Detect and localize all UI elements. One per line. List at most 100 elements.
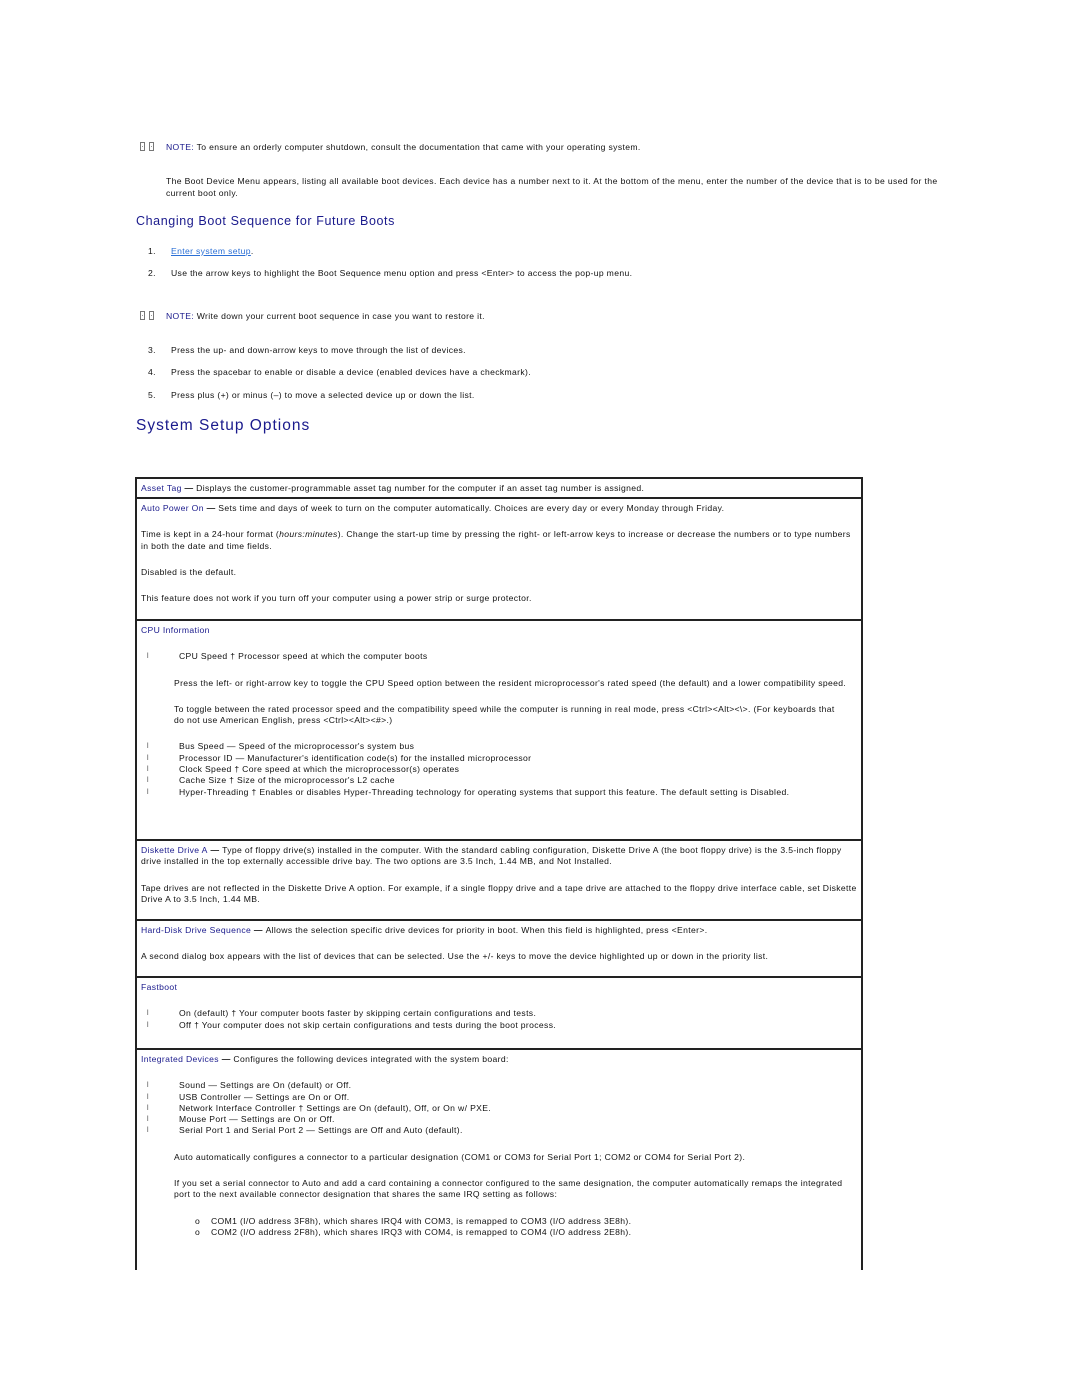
step-number: 3.	[148, 345, 156, 355]
step-5: 5. Press plus (+) or minus (–) to move a…	[148, 390, 475, 400]
auto-paragraph: Auto automatically configures a connecto…	[174, 1151, 746, 1162]
bullet-icon: l	[147, 1082, 149, 1090]
list-item: l USB Controller — Settings are On or Off…	[145, 1092, 857, 1103]
note-label: NOTE:	[166, 142, 195, 152]
bullet-icon: l	[147, 1010, 149, 1018]
step-2: 2. Use the arrow keys to highlight the B…	[148, 268, 632, 278]
circle-bullet-icon: o	[195, 1215, 201, 1226]
step-text: Press the spacebar to enable or disable …	[171, 367, 531, 377]
section-title: System Setup Options	[136, 417, 311, 434]
bullet-icon: l	[147, 1021, 149, 1029]
default-paragraph: Disabled is the default.	[141, 566, 237, 577]
list-item-text: Serial Port 1 and Serial Port 2 — Settin…	[179, 1125, 463, 1136]
bullet-icon: l	[147, 1104, 149, 1112]
bullet-icon: l	[147, 754, 149, 762]
step-number: 5.	[148, 390, 156, 400]
list-item-text: Cache Size † Size of the microprocessor'…	[179, 775, 395, 786]
note-boot-sequence: NOTE: Write down your current boot seque…	[140, 311, 485, 321]
real-mode-paragraph: To toggle between the rated processor sp…	[174, 703, 835, 726]
bullet-icon: l	[147, 1116, 149, 1124]
time-format-paragraph: Time is kept in a 24-hour format (hours:…	[141, 529, 857, 552]
step-text: Use the arrow keys to highlight the Boot…	[171, 268, 633, 278]
dash: —	[203, 503, 219, 513]
tape-drives-paragraph: Tape drives are not reflected in the Dis…	[141, 882, 857, 904]
option-name: Integrated Devices	[141, 1054, 219, 1064]
subheading-future-boots: Changing Boot Sequence for Future Boots	[136, 214, 395, 228]
dash: —	[207, 845, 223, 855]
list-item-text: Clock Speed † Core speed at which the mi…	[179, 764, 460, 775]
circle-bullet-icon: o	[195, 1226, 201, 1237]
dash: —	[181, 483, 197, 493]
option-diskette-drive-a: Diskette Drive A — Type of floppy drive(…	[135, 839, 863, 919]
list-item-text: CPU Speed † Processor speed at which the…	[179, 651, 428, 662]
second-dialog-paragraph: A second dialog box appears with the lis…	[141, 951, 769, 962]
step-number: 1.	[148, 246, 156, 256]
list-item-text: Hyper-Threading † Enables or disables Hy…	[179, 786, 790, 797]
list-item: l Bus Speed — Speed of the microprocessor…	[145, 741, 857, 752]
list-item-text: Sound — Settings are On (default) or Off…	[179, 1080, 352, 1091]
option-desc: Allows the selection specific drive devi…	[265, 925, 708, 935]
list-item: l Network Interface Controller † Settings…	[145, 1103, 857, 1114]
bullet-icon: l	[147, 788, 149, 796]
text: Time is kept in a 24-hour format (	[141, 529, 280, 540]
list-item: l Mouse Port — Settings are On or Off.	[145, 1114, 857, 1125]
cpu-speed-toggle-paragraph: Press the left- or right-arrow key to to…	[174, 677, 847, 688]
list-item-text: Processor ID — Manufacturer's identifica…	[179, 752, 532, 763]
list-item-text: Mouse Port — Settings are On or Off.	[179, 1114, 335, 1125]
list-item: l Serial Port 1 and Serial Port 2 — Setti…	[145, 1125, 857, 1136]
step-3: 3. Press the up- and down-arrow keys to …	[148, 345, 466, 355]
boot-device-paragraph: The Boot Device Menu appears, listing al…	[166, 176, 938, 198]
option-cpu-information: CPU Information l CPU Speed † Processor s…	[135, 619, 863, 839]
option-name: CPU Information	[141, 625, 210, 635]
option-desc: Configures the following devices integra…	[233, 1054, 509, 1064]
note-text: Write down your current boot sequence in…	[194, 311, 485, 321]
list-item: o COM2 (I/O address 2F8h), which shares I…	[195, 1227, 857, 1238]
remap-paragraph: If you set a serial connector to Auto an…	[174, 1178, 843, 1200]
list-item-text: Network Interface Controller † Settings …	[179, 1102, 492, 1113]
option-name: Fastboot	[141, 982, 178, 992]
note-shutdown: NOTE: To ensure an orderly computer shut…	[140, 142, 641, 152]
bullet-icon: l	[147, 653, 149, 661]
list-item-text: USB Controller — Settings are On or Off.	[179, 1091, 350, 1102]
bullet-icon: l	[147, 1127, 149, 1135]
list-item: o COM1 (I/O address 3F8h), which shares I…	[195, 1216, 857, 1227]
option-name: Hard-Disk Drive Sequence	[141, 925, 252, 935]
list-item: l Processor ID — Manufacturer's identific…	[145, 753, 857, 764]
option-auto-power-on: Auto Power On — Sets time and days of we…	[135, 497, 863, 619]
note-text: To ensure an orderly computer shutdown, …	[194, 142, 641, 152]
list-item-text: Off † Your computer does not skip certai…	[179, 1019, 557, 1030]
list-item: l Hyper-Threading † Enables or disables H…	[145, 787, 857, 798]
bullet-icon: l	[147, 1093, 149, 1101]
list-item: l Off † Your computer does not skip certa…	[145, 1020, 857, 1031]
step-number: 2.	[148, 268, 156, 278]
option-name: Auto Power On	[141, 503, 204, 513]
step-text: Press plus (+) or minus (–) to move a se…	[171, 390, 475, 400]
option-asset-tag: Asset Tag — Displays the customer-progra…	[135, 477, 863, 497]
bullet-icon: l	[147, 777, 149, 785]
list-item: l Clock Speed † Core speed at which the m…	[145, 764, 857, 775]
bullet-icon: l	[147, 743, 149, 751]
note-icon	[140, 142, 158, 152]
step-text: .	[250, 246, 254, 256]
list-item: l CPU Speed † Processor speed at which th…	[145, 651, 857, 662]
option-desc: Sets time and days of week to turn on th…	[218, 503, 725, 513]
option-desc: Displays the customer-programmable asset…	[196, 483, 645, 493]
dash: —	[218, 1054, 234, 1064]
list-item-text: Bus Speed — Speed of the microprocessor'…	[179, 741, 415, 752]
option-fastboot: Fastboot l On (default) † Your computer b…	[135, 976, 863, 1048]
list-item: l Sound — Settings are On (default) or Of…	[145, 1080, 857, 1091]
list-item-text: COM1 (I/O address 3F8h), which shares IR…	[211, 1215, 632, 1226]
dash: —	[251, 925, 266, 935]
step-text: Press the up- and down-arrow keys to mov…	[171, 345, 466, 355]
step-1: 1. Enter system setup.	[148, 246, 254, 256]
setup-options-table: Asset Tag — Displays the customer-progra…	[135, 477, 863, 1270]
note-icon	[140, 311, 158, 321]
option-hard-disk-drive-sequence: Hard-Disk Drive Sequence — Allows the se…	[135, 919, 863, 976]
option-name: Diskette Drive A	[141, 845, 208, 855]
list-item: l Cache Size † Size of the microprocessor…	[145, 775, 857, 786]
enter-system-setup-link[interactable]: Enter system setup	[171, 246, 251, 256]
power-strip-paragraph: This feature does not work if you turn o…	[141, 593, 532, 604]
option-integrated-devices: Integrated Devices — Configures the foll…	[135, 1048, 863, 1270]
option-desc: Type of floppy drive(s) installed in the…	[141, 845, 842, 867]
option-name: Asset Tag	[141, 483, 182, 493]
